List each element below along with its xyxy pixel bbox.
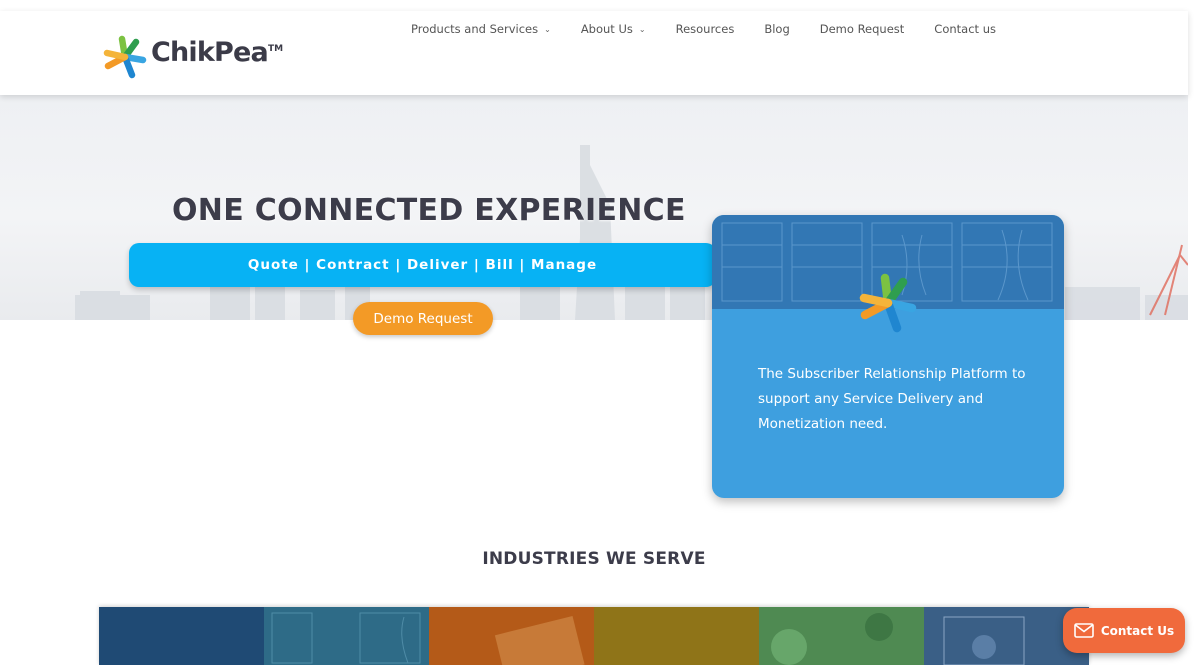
nav-item-blog[interactable]: Blog <box>764 22 789 36</box>
industries-title: INDUSTRIES WE SERVE <box>482 549 706 569</box>
contact-us-label: Contact Us <box>1100 623 1175 638</box>
industries-tiles <box>99 607 1089 665</box>
hero-tagline: Quote | Contract | Deliver | Bill | Mana… <box>247 257 598 273</box>
hero-tagline-band: Quote | Contract | Deliver | Bill | Mana… <box>129 243 716 287</box>
site-header: ChikPeaTM Products and Services ⌄ About U… <box>0 11 1188 95</box>
main-nav: Products and Services ⌄ About Us ⌄ Resourc… <box>411 22 1026 36</box>
server-image <box>271 612 421 664</box>
industry-tile[interactable] <box>429 607 594 665</box>
demo-request-button[interactable]: Demo Request <box>353 302 493 335</box>
mail-icon <box>1074 623 1094 638</box>
platform-card: The Subscriber Relationship Platform to … <box>712 215 1064 498</box>
logo-wordmark: ChikPeaTM <box>151 37 284 68</box>
hero-title: ONE CONNECTED EXPERIENCE <box>172 193 686 228</box>
nav-item-demo-request[interactable]: Demo Request <box>820 22 905 36</box>
industry-tile[interactable] <box>759 607 924 665</box>
platform-description: The Subscriber Relationship Platform to … <box>758 366 1026 432</box>
contact-us-floating-button[interactable]: Contact Us <box>1063 608 1185 653</box>
chevron-down-icon: ⌄ <box>544 24 551 34</box>
industry-tile[interactable] <box>594 607 759 665</box>
nav-item-resources[interactable]: Resources <box>676 22 735 36</box>
greenery-image <box>771 613 893 665</box>
chikpea-mark-icon <box>859 273 917 333</box>
chevron-down-icon: ⌄ <box>638 24 646 34</box>
document-image <box>494 615 585 665</box>
nav-item-products-and-services[interactable]: Products and Services ⌄ <box>411 22 551 36</box>
nav-item-contact-us[interactable]: Contact us <box>934 22 996 36</box>
chikpea-logo-icon <box>103 35 147 79</box>
industry-tile[interactable] <box>99 607 264 665</box>
chikpea-logo[interactable]: ChikPeaTM <box>102 33 284 83</box>
industry-tile[interactable] <box>264 607 429 665</box>
nav-item-about-us[interactable]: About Us ⌄ <box>581 22 646 36</box>
